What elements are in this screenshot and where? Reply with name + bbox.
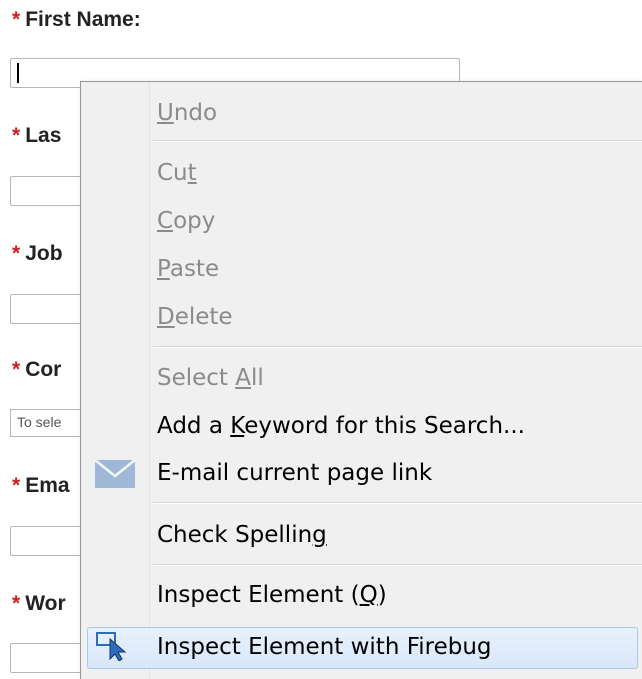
email-input[interactable] — [10, 526, 90, 556]
menu-item-copy[interactable]: Copy — [157, 206, 215, 236]
required-marker: * — [12, 8, 21, 31]
context-menu: Undo Cut Copy Paste Delete Select All Ad… — [80, 81, 642, 679]
menu-separator — [153, 564, 642, 566]
menu-separator — [153, 346, 642, 348]
menu-item-inspect-element[interactable]: Inspect Element (Q) — [157, 580, 387, 610]
menu-item-inspect-firebug[interactable]: Inspect Element with Firebug — [87, 627, 638, 669]
last-name-input[interactable] — [10, 176, 90, 206]
job-title-label: * Job — [12, 242, 63, 265]
last-name-label: * Las — [12, 124, 62, 147]
menu-item-delete[interactable]: Delete — [157, 302, 233, 332]
work-phone-input[interactable] — [10, 643, 90, 673]
job-title-input[interactable] — [10, 294, 90, 324]
menu-item-undo[interactable]: Undo — [157, 98, 217, 128]
company-label: * Cor — [12, 358, 62, 381]
menu-item-email-link[interactable]: E-mail current page link — [157, 458, 432, 488]
menu-item-label: Inspect Element with Firebug — [157, 634, 492, 660]
envelope-icon — [95, 460, 135, 488]
text-caret — [17, 63, 19, 83]
menu-item-add-keyword[interactable]: Add a Keyword for this Search... — [157, 411, 525, 441]
menu-item-cut[interactable]: Cut — [157, 158, 197, 188]
menu-item-select-all[interactable]: Select All — [157, 363, 264, 393]
menu-item-check-spelling[interactable]: Check Spelling — [157, 520, 327, 550]
menu-item-paste[interactable]: Paste — [157, 254, 219, 284]
icon-gutter — [81, 82, 150, 679]
first-name-label: * First Name: — [12, 8, 141, 31]
menu-separator — [153, 140, 642, 142]
menu-separator — [153, 502, 642, 504]
email-label: * Ema — [12, 474, 70, 497]
firebug-inspect-icon — [96, 632, 127, 661]
work-phone-label: * Wor — [12, 592, 66, 615]
